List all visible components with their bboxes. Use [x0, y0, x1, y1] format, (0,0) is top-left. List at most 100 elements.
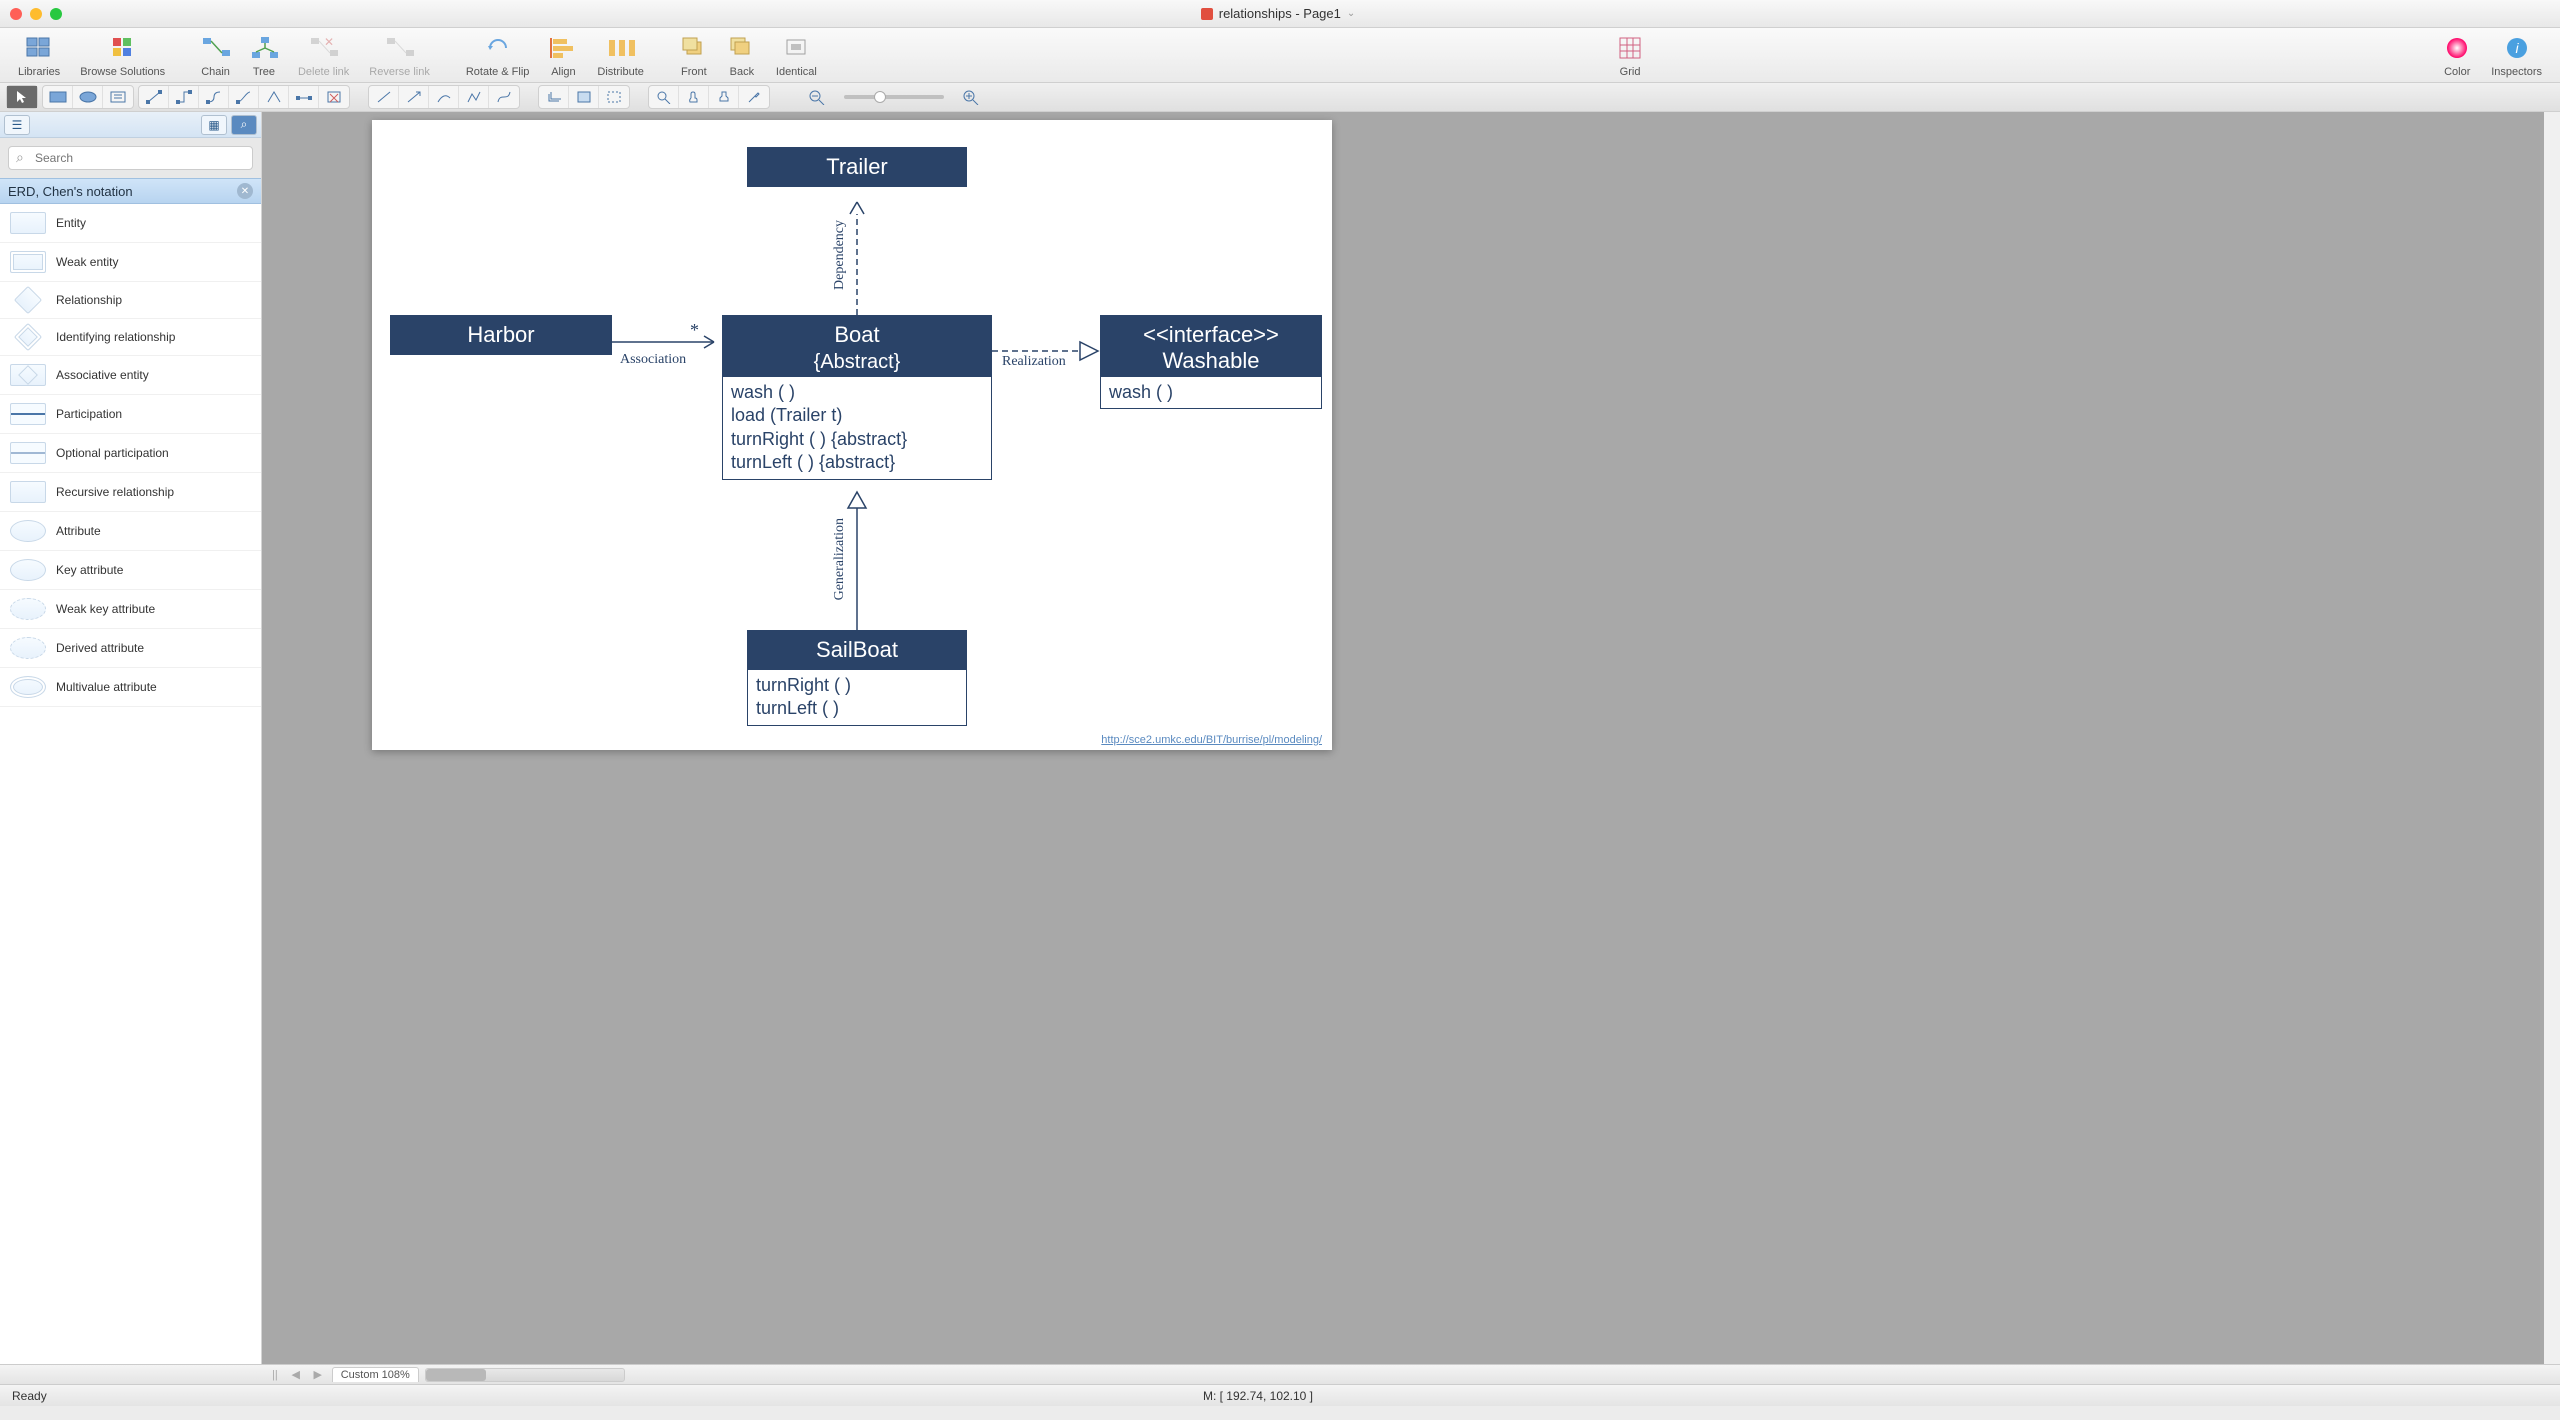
- stencil-derived-attribute[interactable]: Derived attribute: [0, 629, 261, 668]
- line-tool-1[interactable]: [369, 86, 399, 108]
- search-input[interactable]: [8, 146, 253, 170]
- secondary-toolbar: [0, 83, 2560, 112]
- text-shape-tool[interactable]: [103, 86, 133, 108]
- line-tool-5[interactable]: [489, 86, 519, 108]
- toolbar-tree[interactable]: Tree: [240, 32, 288, 80]
- toolbar-front[interactable]: Front: [670, 32, 718, 80]
- crop-tool-3[interactable]: [599, 86, 629, 108]
- uml-class-boat[interactable]: Boat {Abstract} wash ( ) load (Trailer t…: [722, 315, 992, 480]
- sidebar-view-list[interactable]: ☰: [4, 115, 30, 135]
- uml-class-trailer[interactable]: Trailer: [747, 147, 967, 187]
- toolbar-align[interactable]: Align: [539, 32, 587, 80]
- toolbar-back[interactable]: Back: [718, 32, 766, 80]
- stencil-attribute[interactable]: Attribute: [0, 512, 261, 551]
- status-bar: Ready M: [ 192.74, 102.10 ]: [0, 1384, 2560, 1406]
- conn-tool-6[interactable]: [289, 86, 319, 108]
- hand-tool[interactable]: [679, 86, 709, 108]
- sidebar: ☰ ▦ ⌕ ERD, Chen's notation ✕ Entity Weak…: [0, 112, 262, 1364]
- sidebar-section-header[interactable]: ERD, Chen's notation ✕: [0, 178, 261, 204]
- label-multiplicity-star: *: [690, 320, 699, 341]
- crop-tool-2[interactable]: [569, 86, 599, 108]
- status-mouse-coords: M: [ 192.74, 102.10 ]: [1203, 1389, 1313, 1403]
- rect-shape-tool[interactable]: [43, 86, 73, 108]
- vertical-scrollbar[interactable]: [2544, 112, 2560, 1364]
- sailboat-methods: turnRight ( ) turnLeft ( ): [748, 669, 966, 725]
- stencil-entity[interactable]: Entity: [0, 204, 261, 243]
- sidebar-search-wrap: [0, 138, 261, 178]
- stencil-weak-entity[interactable]: Weak entity: [0, 243, 261, 282]
- label-association: Association: [620, 352, 686, 368]
- zoom-out-button[interactable]: [802, 86, 832, 108]
- conn-tool-7[interactable]: [319, 86, 349, 108]
- window-title-text: relationships - Page1: [1219, 6, 1341, 21]
- stencil-identifying-relationship[interactable]: Identifying relationship: [0, 319, 261, 356]
- label-dependency: Dependency: [832, 220, 848, 290]
- zoom-in-button[interactable]: [956, 86, 986, 108]
- toolbar-libraries[interactable]: Libraries: [8, 32, 70, 80]
- ellipse-shape-tool[interactable]: [73, 86, 103, 108]
- uml-class-sailboat[interactable]: SailBoat turnRight ( ) turnLeft ( ): [747, 630, 967, 726]
- toolbar-reverse-link: Reverse link: [359, 32, 440, 80]
- zoom-slider[interactable]: [844, 95, 944, 99]
- source-url-link[interactable]: http://sce2.umkc.edu/BIT/burrise/pl/mode…: [1101, 734, 1322, 746]
- tab-prev-button[interactable]: ◀: [288, 1367, 304, 1383]
- stencil-weak-key-attribute[interactable]: Weak key attribute: [0, 590, 261, 629]
- tab-scrollbar[interactable]: [425, 1368, 625, 1382]
- conn-tool-3[interactable]: [199, 86, 229, 108]
- zoom-slider-thumb[interactable]: [874, 91, 886, 103]
- canvas[interactable]: Trailer Harbor Boat {Abstract} wash ( ) …: [262, 112, 2560, 1364]
- label-realization: Realization: [1002, 354, 1066, 370]
- conn-tool-1[interactable]: [139, 86, 169, 108]
- conn-tool-5[interactable]: [259, 86, 289, 108]
- stamp-tool[interactable]: [709, 86, 739, 108]
- crop-tool-1[interactable]: [539, 86, 569, 108]
- close-window-button[interactable]: [10, 8, 22, 20]
- status-ready: Ready: [12, 1389, 47, 1403]
- tab-next-button[interactable]: ▶: [310, 1367, 326, 1383]
- toolbar-delete-link: ✕ Delete link: [288, 32, 359, 80]
- diagram-page[interactable]: Trailer Harbor Boat {Abstract} wash ( ) …: [372, 120, 1332, 750]
- toolbar-color[interactable]: Color: [2433, 32, 2481, 80]
- toolbar-chain[interactable]: Chain: [191, 32, 240, 80]
- zoom-tool[interactable]: [649, 86, 679, 108]
- uml-interface-washable[interactable]: <<interface>> Washable wash ( ): [1100, 315, 1322, 409]
- boat-methods: wash ( ) load (Trailer t) turnRight ( ) …: [723, 376, 991, 479]
- window-controls: [10, 8, 62, 20]
- stencil-optional-participation[interactable]: Optional participation: [0, 434, 261, 473]
- toolbar-distribute[interactable]: Distribute: [587, 32, 653, 80]
- zoom-level-indicator[interactable]: Custom 108%: [332, 1367, 419, 1382]
- eyedropper-tool[interactable]: [739, 86, 769, 108]
- toolbar-rotate-flip[interactable]: Rotate & Flip: [456, 32, 540, 80]
- toolbar-identical[interactable]: Identical: [766, 32, 827, 80]
- titlebar: relationships - Page1 ⌄: [0, 0, 2560, 28]
- sidebar-view-grid[interactable]: ▦: [201, 115, 227, 135]
- toolbar-browse-solutions[interactable]: Browse Solutions: [70, 32, 175, 80]
- main-toolbar: Libraries Browse Solutions Chain Tree ✕ …: [0, 28, 2560, 83]
- toolbar-grid[interactable]: Grid: [1606, 32, 1654, 80]
- stencil-relationship[interactable]: Relationship: [0, 282, 261, 319]
- line-tool-3[interactable]: [429, 86, 459, 108]
- page-tab-bar: || ◀ ▶ Custom 108%: [0, 1364, 2560, 1384]
- line-tool-4[interactable]: [459, 86, 489, 108]
- label-generalization: Generalization: [832, 518, 848, 600]
- line-tool-2[interactable]: [399, 86, 429, 108]
- pointer-tool[interactable]: [7, 86, 37, 108]
- sidebar-view-search[interactable]: ⌕: [231, 115, 257, 135]
- stencil-multivalue-attribute[interactable]: Multivalue attribute: [0, 668, 261, 707]
- chevron-down-icon[interactable]: ⌄: [1347, 8, 1355, 19]
- stencil-associative-entity[interactable]: Associative entity: [0, 356, 261, 395]
- window-title: relationships - Page1 ⌄: [62, 6, 2494, 21]
- maximize-window-button[interactable]: [50, 8, 62, 20]
- washable-methods: wash ( ): [1101, 376, 1321, 408]
- conn-tool-4[interactable]: [229, 86, 259, 108]
- close-section-icon[interactable]: ✕: [237, 183, 253, 199]
- uml-class-harbor[interactable]: Harbor: [390, 315, 612, 355]
- toolbar-inspectors[interactable]: i Inspectors: [2481, 32, 2552, 80]
- sidebar-view-switcher: ☰ ▦ ⌕: [0, 112, 261, 138]
- conn-tool-2[interactable]: [169, 86, 199, 108]
- stencil-recursive-relationship[interactable]: Recursive relationship: [0, 473, 261, 512]
- stencil-participation[interactable]: Participation: [0, 395, 261, 434]
- minimize-window-button[interactable]: [30, 8, 42, 20]
- stencil-key-attribute[interactable]: Key attribute: [0, 551, 261, 590]
- sidebar-stencil-list: Entity Weak entity Relationship Identify…: [0, 204, 261, 1364]
